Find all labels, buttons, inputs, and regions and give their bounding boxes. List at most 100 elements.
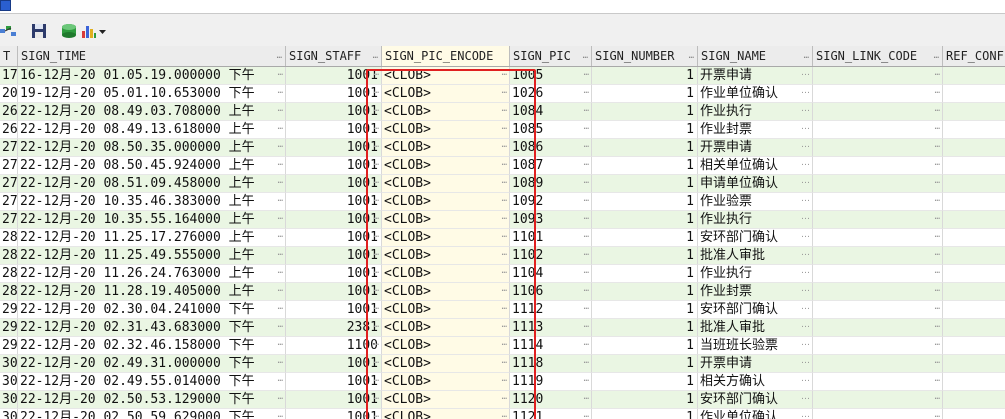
cell-sign-number[interactable]: 1 (592, 355, 698, 373)
cell-editor-button[interactable]: … (801, 283, 810, 298)
cell-editor-button[interactable]: … (935, 229, 940, 244)
cell-editor-button[interactable]: … (374, 229, 379, 244)
cell-editor-button[interactable]: … (502, 175, 507, 190)
cell-t[interactable]: 27 (0, 211, 18, 229)
cell-editor-button[interactable]: … (502, 103, 507, 118)
cell-sign-number[interactable]: 1 (592, 301, 698, 319)
cell-t[interactable]: 27 (0, 157, 18, 175)
cell-sign-staff[interactable]: 1001… (286, 193, 382, 211)
table-row[interactable]: 20 19-12月-20 05.01.10.653000 下午… 1001… <CLO… (0, 85, 1005, 103)
cell-sign-name[interactable]: 作业单位确认… (698, 85, 813, 103)
results-grid[interactable]: T SIGN_TIME… SIGN_STAFF… SIGN_PIC_ENCODE… (0, 46, 1005, 419)
cell-ref-conf[interactable] (943, 211, 1005, 229)
cell-t[interactable]: 29 (0, 301, 18, 319)
cell-editor-button[interactable]: … (502, 67, 507, 82)
cell-ref-conf[interactable] (943, 139, 1005, 157)
cell-editor-button[interactable]: … (502, 319, 507, 334)
cell-editor-button[interactable]: … (374, 247, 379, 262)
cell-sign-staff[interactable]: 1001… (286, 157, 382, 175)
cell-editor-button[interactable]: … (374, 157, 379, 172)
cell-editor-button[interactable]: … (278, 301, 283, 316)
cell-sign-number[interactable]: 1 (592, 409, 698, 419)
table-row[interactable]: 28 22-12月-20 11.25.49.555000 上午… 1001… <CLO… (0, 247, 1005, 265)
cell-sign-time[interactable]: 22-12月-20 02.30.04.241000 下午… (18, 301, 286, 319)
cell-sign-time[interactable]: 22-12月-20 02.49.55.014000 下午… (18, 373, 286, 391)
table-row[interactable]: 17 16-12月-20 01.05.19.000000 下午… 1001… <CLO… (0, 67, 1005, 85)
cell-sign-number[interactable]: 1 (592, 283, 698, 301)
database-icon[interactable] (61, 23, 77, 39)
cell-sign-pic-encode[interactable]: <CLOB>… (382, 355, 510, 373)
cell-sign-number[interactable]: 1 (592, 121, 698, 139)
cell-sign-time[interactable]: 22-12月-20 11.28.19.405000 上午… (18, 283, 286, 301)
cell-editor-button[interactable]: … (278, 337, 283, 352)
cell-sign-pic-encode[interactable]: <CLOB>… (382, 193, 510, 211)
cell-editor-button[interactable]: … (584, 175, 589, 190)
cell-sign-link-code[interactable]: … (813, 67, 943, 85)
cell-sign-time[interactable]: 22-12月-20 02.50.59.629000 下午… (18, 409, 286, 419)
cell-sign-staff[interactable]: 1001… (286, 247, 382, 265)
cell-sign-time[interactable]: 22-12月-20 02.32.46.158000 下午… (18, 337, 286, 355)
cell-sign-time[interactable]: 22-12月-20 11.25.49.555000 上午… (18, 247, 286, 265)
cell-sign-number[interactable]: 1 (592, 391, 698, 409)
cell-sign-pic-encode[interactable]: <CLOB>… (382, 283, 510, 301)
cell-editor-button[interactable]: … (374, 355, 379, 370)
cell-editor-button[interactable]: … (502, 139, 507, 154)
cell-sign-pic-encode[interactable]: <CLOB>… (382, 319, 510, 337)
cell-sign-pic-encode[interactable]: <CLOB>… (382, 175, 510, 193)
cell-editor-button[interactable]: … (584, 391, 589, 406)
cell-t[interactable]: 27 (0, 139, 18, 157)
cell-sign-pic[interactable]: 1005… (510, 67, 592, 85)
cell-sign-staff[interactable]: 1001… (286, 175, 382, 193)
cell-sign-time[interactable]: 22-12月-20 08.50.45.924000 上午… (18, 157, 286, 175)
cell-sign-name[interactable]: 批准人审批… (698, 319, 813, 337)
cell-editor-button[interactable]: … (502, 409, 507, 419)
cell-editor-button[interactable]: … (801, 175, 810, 190)
cell-editor-button[interactable]: … (801, 265, 810, 280)
cell-ref-conf[interactable] (943, 247, 1005, 265)
column-header-sign-pic-encode[interactable]: SIGN_PIC_ENCODE (382, 46, 510, 66)
column-header-sign-pic[interactable]: SIGN_PIC… (510, 46, 592, 66)
cell-editor-button[interactable]: … (502, 121, 507, 136)
cell-editor-button[interactable]: … (278, 121, 283, 136)
cell-sign-link-code[interactable]: … (813, 175, 943, 193)
cell-ref-conf[interactable] (943, 319, 1005, 337)
cell-editor-button[interactable]: … (374, 175, 379, 190)
table-row[interactable]: 28 22-12月-20 11.28.19.405000 上午… 1001… <CLO… (0, 283, 1005, 301)
cell-editor-button[interactable]: … (935, 283, 940, 298)
cell-t[interactable]: 20 (0, 85, 18, 103)
cell-sign-time[interactable]: 16-12月-20 01.05.19.000000 下午… (18, 67, 286, 85)
column-header-sign-link-code[interactable]: SIGN_LINK_CODE… (813, 46, 943, 66)
cell-editor-button[interactable]: … (584, 265, 589, 280)
cell-sign-link-code[interactable]: … (813, 211, 943, 229)
cell-t[interactable]: 29 (0, 319, 18, 337)
cell-sign-pic-encode[interactable]: <CLOB>… (382, 391, 510, 409)
cell-editor-button[interactable]: … (374, 409, 379, 419)
cell-sign-name[interactable]: 开票申请… (698, 67, 813, 85)
cell-editor-button[interactable]: … (502, 229, 507, 244)
cell-editor-button[interactable]: … (584, 211, 589, 226)
cell-editor-button[interactable]: … (935, 103, 940, 118)
cell-editor-button[interactable]: … (278, 319, 283, 334)
cell-ref-conf[interactable] (943, 409, 1005, 419)
cell-sign-staff[interactable]: 1001… (286, 355, 382, 373)
table-row[interactable]: 27 22-12月-20 08.50.45.924000 上午… 1001… <CLO… (0, 157, 1005, 175)
column-header-t[interactable]: T (0, 46, 18, 66)
cell-sign-name[interactable]: 相关方确认… (698, 373, 813, 391)
cell-editor-button[interactable]: … (374, 103, 379, 118)
cell-editor-button[interactable]: … (801, 319, 810, 334)
cell-editor-button[interactable]: … (935, 121, 940, 136)
cell-ref-conf[interactable] (943, 193, 1005, 211)
cell-sign-staff[interactable]: 1001… (286, 121, 382, 139)
cell-editor-button[interactable]: … (801, 391, 810, 406)
cell-sign-staff[interactable]: 1001… (286, 265, 382, 283)
cell-editor-button[interactable]: … (278, 211, 283, 226)
cell-t[interactable]: 27 (0, 175, 18, 193)
cell-sign-pic-encode[interactable]: <CLOB>… (382, 247, 510, 265)
column-header-ref-conf[interactable]: REF_CONF (943, 46, 1005, 66)
cell-editor-button[interactable]: … (935, 157, 940, 172)
cell-sign-staff[interactable]: 1100… (286, 337, 382, 355)
cell-sign-time[interactable]: 22-12月-20 08.49.13.618000 上午… (18, 121, 286, 139)
cell-editor-button[interactable]: … (374, 67, 379, 82)
cell-editor-button[interactable]: … (801, 85, 810, 100)
cell-sign-name[interactable]: 申请单位确认… (698, 175, 813, 193)
